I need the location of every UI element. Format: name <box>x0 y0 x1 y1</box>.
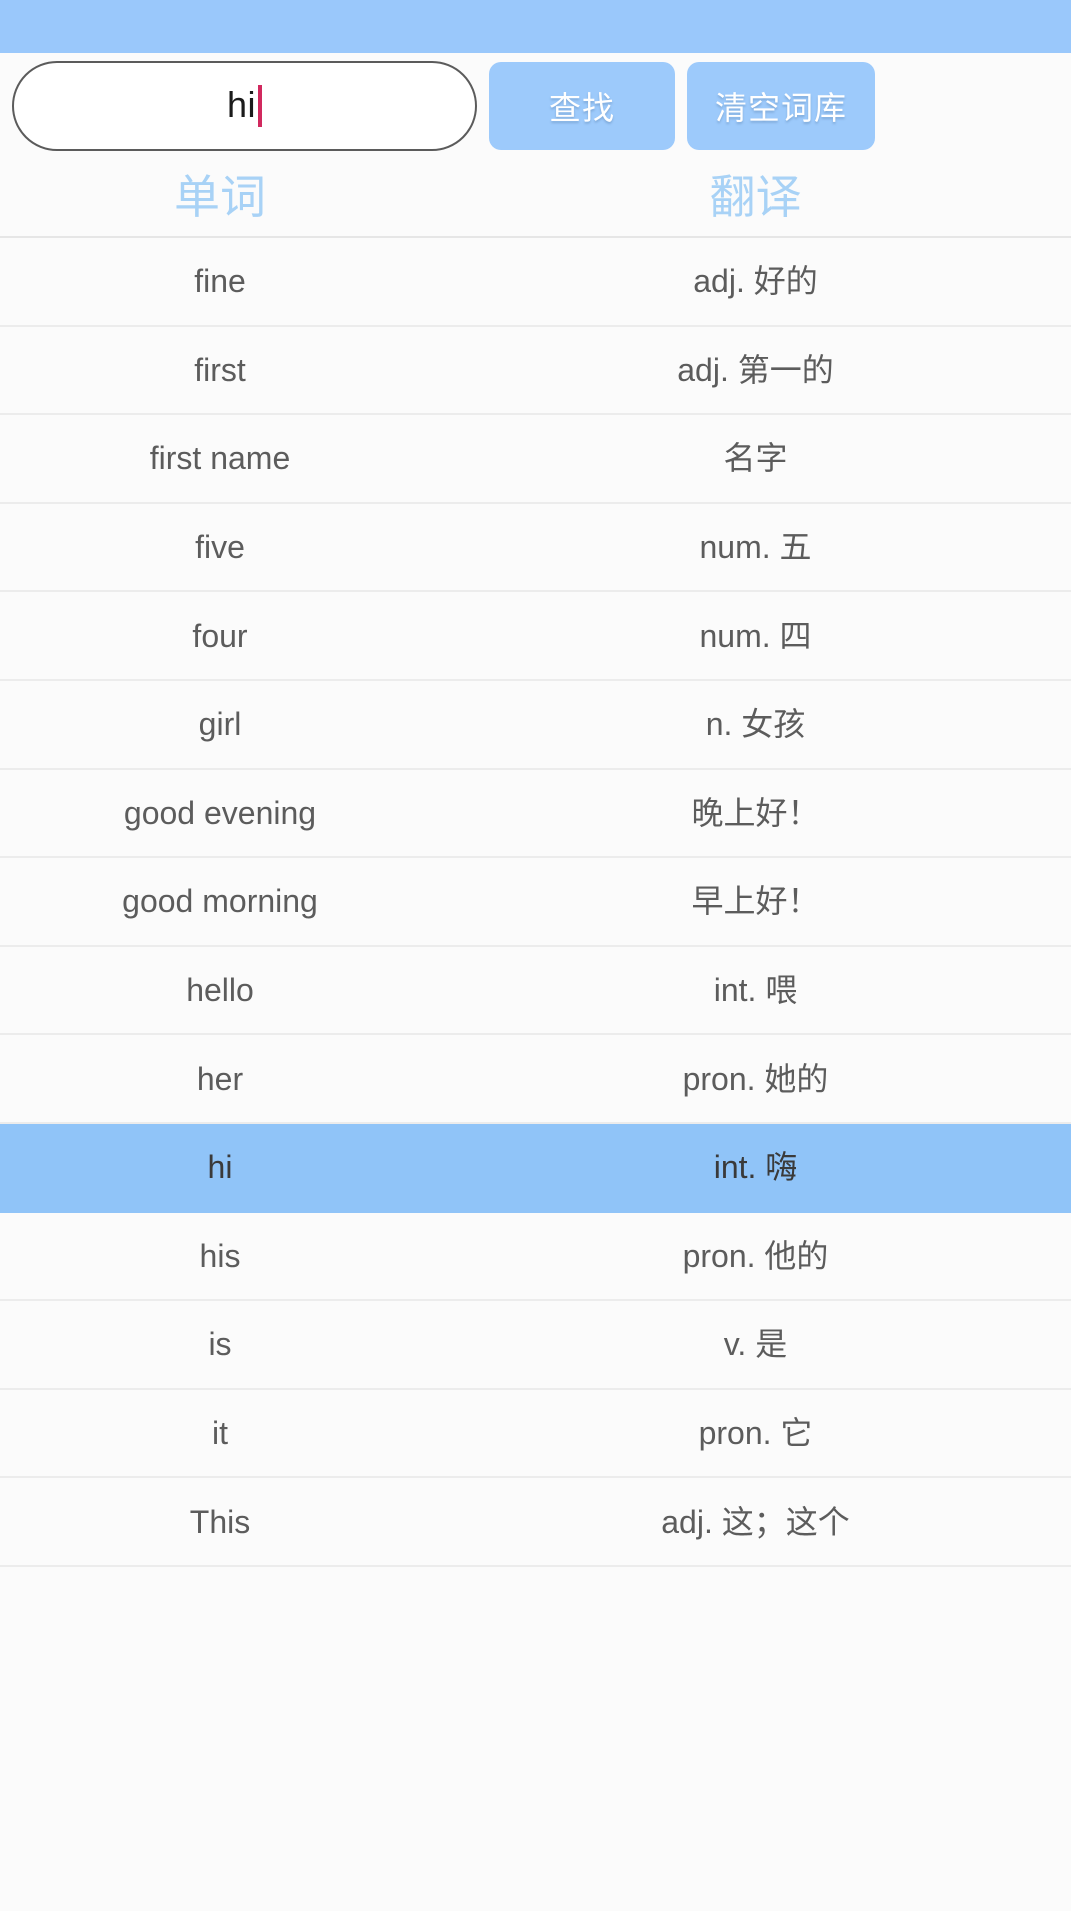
cell-translation: pron. 他的 <box>682 1237 829 1274</box>
text-caret <box>258 84 263 127</box>
cell-word: good evening <box>123 794 317 831</box>
table-row[interactable]: her pron. 她的 <box>0 1035 1071 1124</box>
table-row[interactable]: first name 名字 <box>0 415 1071 504</box>
table-row[interactable]: This adj. 这；这个 <box>0 1478 1071 1567</box>
table-row[interactable]: good morning 早上好！ <box>0 858 1071 947</box>
cell-word: girl <box>198 706 242 743</box>
table-row[interactable]: five num. 五 <box>0 503 1071 593</box>
cell-word: her <box>196 1060 244 1097</box>
cell-word: four <box>192 617 248 654</box>
cell-translation: int. 喂 <box>713 972 798 1009</box>
search-button[interactable]: 查找 <box>489 61 675 150</box>
table-row[interactable]: fine adj. 好的 <box>0 238 1071 327</box>
cell-word: good morning <box>122 883 318 920</box>
table-row[interactable]: girl n. 女孩 <box>0 680 1071 770</box>
cell-word: it <box>212 1415 228 1452</box>
search-input-value: hi <box>226 83 257 125</box>
cell-translation: adj. 第一的 <box>677 351 834 388</box>
cell-word: is <box>208 1326 232 1363</box>
cell-translation: int. 嗨 <box>713 1149 798 1186</box>
table-row[interactable]: is v. 是 <box>0 1301 1071 1390</box>
table-row[interactable]: hello int. 喂 <box>0 946 1071 1036</box>
cell-word: his <box>199 1237 241 1274</box>
table-row[interactable]: good evening 晚上好！ <box>0 769 1071 859</box>
cell-word: five <box>195 529 245 566</box>
cell-translation: adj. 这；这个 <box>661 1503 850 1540</box>
clear-dictionary-button[interactable]: 清空词库 <box>687 61 875 150</box>
word-list: fine adj. 好的 first adj. 第一的 first name 名字 five… <box>0 238 1071 1911</box>
cell-translation: v. 是 <box>723 1326 788 1363</box>
cell-translation: pron. 她的 <box>682 1060 829 1097</box>
cell-word: hello <box>186 972 254 1009</box>
column-header-translation: 翻译 <box>709 171 802 223</box>
table-row[interactable]: his pron. 他的 <box>0 1212 1071 1302</box>
status-bar <box>0 0 1071 53</box>
table-row[interactable]: four num. 四 <box>0 592 1071 681</box>
table-row[interactable]: hi int. 嗨 <box>0 1123 1071 1213</box>
cell-translation: adj. 好的 <box>693 263 818 300</box>
cell-word: hi <box>207 1149 233 1186</box>
cell-word: This <box>189 1503 251 1540</box>
search-input[interactable]: hi <box>12 60 477 151</box>
table-row[interactable]: it pron. 它 <box>0 1389 1071 1479</box>
cell-translation: n. 女孩 <box>705 706 806 743</box>
cell-word: fine <box>194 263 246 300</box>
cell-translation: 晚上好！ <box>691 794 820 831</box>
cell-translation: num. 五 <box>699 529 812 566</box>
cell-translation: num. 四 <box>699 617 812 654</box>
table-row[interactable]: first adj. 第一的 <box>0 326 1071 416</box>
dictionary-app: hi 查找 清空词库 单词 翻译 fine adj. 好的 first adj. 第一… <box>0 0 1071 1911</box>
cell-word: first name <box>149 440 291 477</box>
cell-translation: 早上好！ <box>691 883 820 920</box>
search-toolbar: hi 查找 清空词库 <box>0 53 1071 158</box>
cell-translation: pron. 它 <box>698 1415 813 1452</box>
cell-translation: 名字 <box>723 440 788 477</box>
table-header: 单词 翻译 <box>0 158 1071 238</box>
cell-word: first <box>194 351 246 388</box>
column-header-word: 单词 <box>174 171 266 223</box>
